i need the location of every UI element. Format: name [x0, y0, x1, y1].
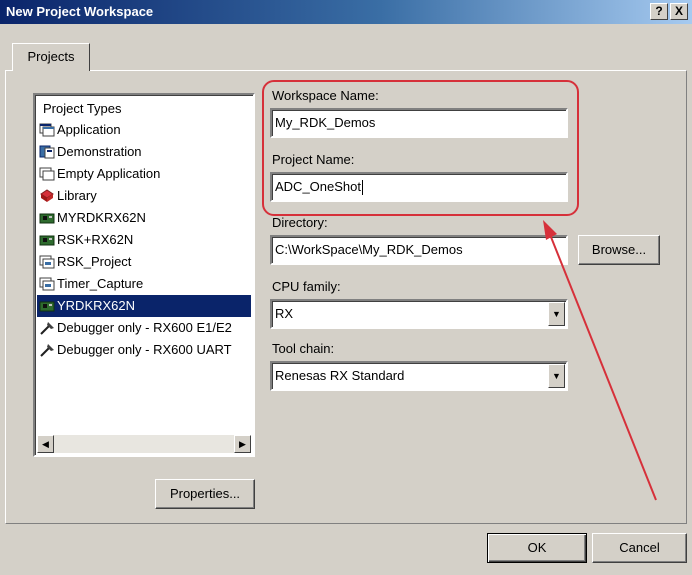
list-item-library[interactable]: Library	[37, 185, 251, 207]
list-item-rsk-project[interactable]: RSK_Project	[37, 251, 251, 273]
title-bar[interactable]: New Project Workspace ? X	[0, 0, 692, 24]
list-item-demonstration[interactable]: Demonstration	[37, 141, 251, 163]
cpu-family-label: CPU family:	[272, 279, 341, 294]
tool-chain-label: Tool chain:	[272, 341, 335, 356]
window-title: New Project Workspace	[6, 4, 154, 19]
list-item-timer-capture[interactable]: Timer_Capture	[37, 273, 251, 295]
debugger-icon	[40, 344, 54, 357]
project-icon	[39, 277, 55, 291]
directory-input[interactable]: C:\WorkSpace\My_RDK_Demos	[270, 235, 568, 265]
board-icon	[39, 301, 55, 312]
cancel-button[interactable]: Cancel	[592, 533, 687, 563]
new-project-workspace-dialog: New Project Workspace ? X Projects Proje…	[0, 0, 692, 575]
directory-label: Directory:	[272, 215, 328, 230]
chevron-down-icon[interactable]: ▼	[548, 302, 565, 326]
list-item-label: Timer_Capture	[57, 276, 144, 291]
list-item-debugger-uart[interactable]: Debugger only - RX600 UART	[37, 339, 251, 361]
list-item-empty-application[interactable]: Empty Application	[37, 163, 251, 185]
cpu-family-select[interactable]: RX ▼	[270, 299, 568, 329]
browse-button[interactable]: Browse...	[578, 235, 660, 265]
list-item-application[interactable]: Application	[37, 119, 251, 141]
tab-projects[interactable]: Projects	[12, 43, 90, 71]
list-item-label: Library	[57, 188, 97, 203]
close-button[interactable]: X	[670, 3, 688, 20]
project-types-list[interactable]: Project Types Application Demonstration …	[33, 93, 255, 457]
board-icon	[39, 213, 55, 224]
chevron-down-icon[interactable]: ▼	[548, 364, 565, 388]
list-item-label: Demonstration	[57, 144, 142, 159]
properties-button[interactable]: Properties...	[155, 479, 255, 509]
project-icon	[39, 255, 55, 269]
debugger-icon	[40, 322, 54, 335]
list-item-debugger-e1-e2[interactable]: Debugger only - RX600 E1/E2	[37, 317, 251, 339]
project-types-items: Application Demonstration Empty Applicat…	[37, 119, 251, 361]
tool-chain-select[interactable]: Renesas RX Standard ▼	[270, 361, 568, 391]
list-item-label: Debugger only - RX600 UART	[57, 342, 232, 357]
list-item-label: Debugger only - RX600 E1/E2	[57, 320, 232, 335]
list-item-label: RSK_Project	[57, 254, 132, 269]
annotation-highlight-box	[262, 80, 579, 216]
tool-chain-value: Renesas RX Standard	[275, 368, 405, 383]
scroll-left-icon[interactable]: ◀	[37, 435, 54, 453]
list-item-label: RSK+RX62N	[57, 232, 134, 247]
list-item-label: YRDKRX62N	[57, 298, 136, 313]
ok-button[interactable]: OK	[487, 533, 587, 563]
empty-application-icon	[39, 167, 55, 181]
help-button[interactable]: ?	[650, 3, 668, 20]
cpu-family-value: RX	[275, 306, 294, 321]
list-item-label: Empty Application	[57, 166, 161, 181]
list-item-rsk-rx62n[interactable]: RSK+RX62N	[37, 229, 251, 251]
project-types-header: Project Types	[43, 101, 122, 116]
horizontal-scrollbar[interactable]: ◀ ▶	[37, 435, 251, 453]
list-item-label: MYRDKRX62N	[57, 210, 146, 225]
scroll-right-icon[interactable]: ▶	[234, 435, 251, 453]
application-icon	[39, 123, 55, 137]
library-icon	[40, 189, 54, 202]
board-icon	[39, 235, 55, 246]
demonstration-icon	[39, 145, 55, 159]
list-item-yrdkrx62n[interactable]: YRDKRX62N	[37, 295, 251, 317]
list-item-label: Application	[57, 122, 121, 137]
list-item-myrdkrx62n[interactable]: MYRDKRX62N	[37, 207, 251, 229]
